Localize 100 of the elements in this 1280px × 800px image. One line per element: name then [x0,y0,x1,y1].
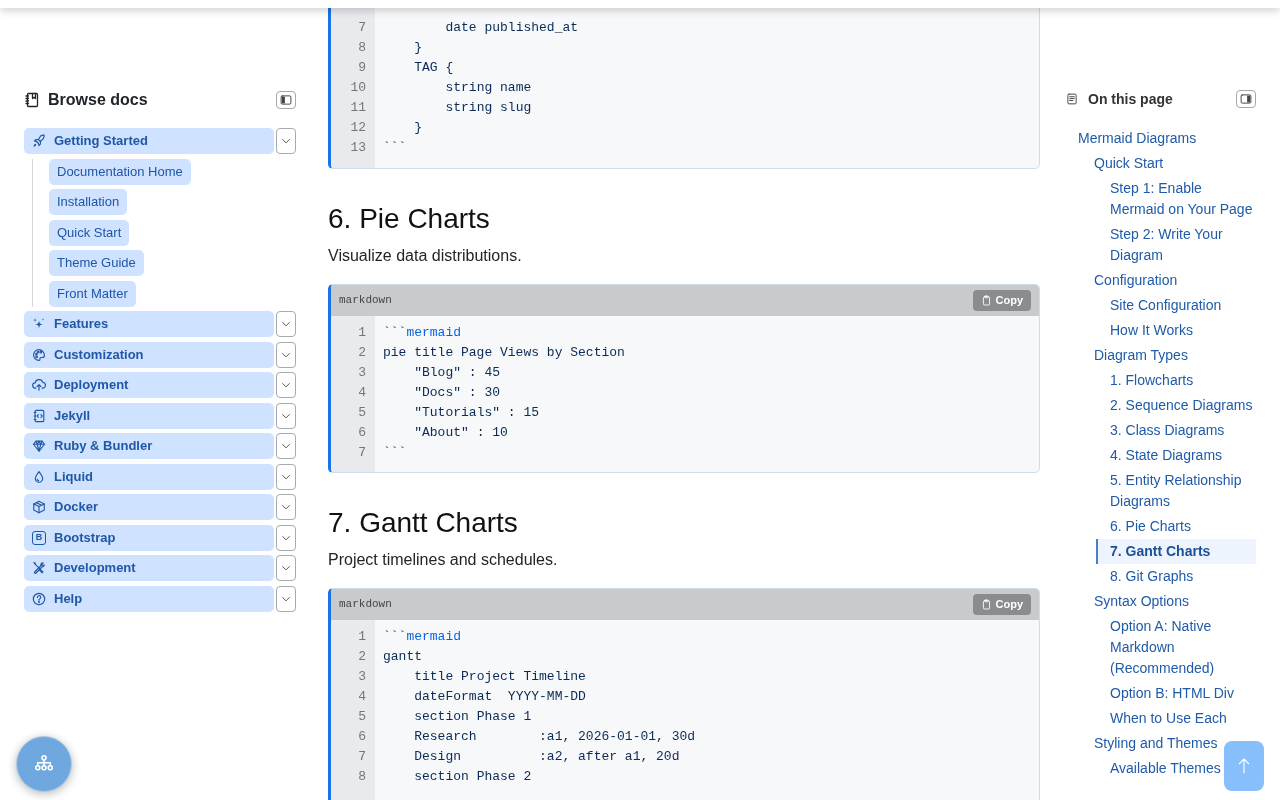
code-line: } [414,40,423,55]
tools-icon [32,561,46,575]
section-heading: 7. Gantt Charts [328,506,519,540]
document-icon [1066,92,1078,106]
nav-item[interactable]: Help [24,585,274,612]
gem-icon [32,439,46,453]
expand-button[interactable] [276,311,296,337]
toc-link[interactable]: 3. Class Diagrams [1096,418,1225,443]
language-label: markdown [339,292,392,308]
expand-button[interactable] [276,402,296,429]
nav-item[interactable]: Customization [24,341,274,368]
line-number: 9 [358,59,366,77]
expand-button[interactable] [276,128,296,154]
line-number: 5 [358,708,366,726]
rocket-icon [32,134,46,148]
expand-button[interactable] [276,585,296,612]
code-line: ```mermaid [383,629,461,644]
sitemap-icon [34,754,54,774]
nav-item[interactable]: Docker [24,494,274,520]
toc-link[interactable]: Configuration [1080,268,1178,293]
toc-link[interactable]: Step 2: Write Your Diagram [1096,222,1256,268]
code-line: Research :a1, 2026-01-01, 30d [414,729,696,744]
line-number: 10 [350,79,366,97]
box-icon [32,500,46,514]
nav-subitem[interactable]: Installation [49,189,128,215]
nav-item[interactable]: B Bootstrap [24,524,274,551]
nav-item[interactable]: Getting Started [24,128,274,154]
line-number: 1 [358,628,366,646]
toc-link[interactable]: Styling and Themes [1080,731,1218,756]
clipboard-icon [980,598,992,610]
line-number: 7 [358,19,366,37]
code-line: date published_at [445,20,579,35]
arrow-up-icon [1237,757,1251,775]
toc-link[interactable]: Option A: Native Markdown (Recommended) [1096,614,1256,681]
clipboard-icon [980,294,992,306]
toc-link[interactable]: Quick Start [1080,151,1164,176]
line-number: 7 [358,748,366,766]
toc-link[interactable]: Diagram Types [1080,343,1188,368]
expand-button[interactable] [276,494,296,520]
toc-link[interactable]: Available Themes [1096,756,1221,781]
toc-link[interactable]: How It Works [1096,318,1193,343]
line-number: 7 [358,444,366,462]
nav-subitem[interactable]: Theme Guide [49,250,144,276]
toc-link[interactable]: Step 1: Enable Mermaid on Your Page [1096,176,1256,222]
toc-link[interactable]: 5. Entity Relationship Diagrams [1096,468,1256,514]
code-line: dateFormat YYYY-MM-DD [414,689,586,704]
nav-subitem[interactable]: Quick Start [49,219,130,246]
code-line: "Tutorials" : 15 [414,405,540,420]
expand-button[interactable] [276,463,296,490]
toc-link[interactable]: 4. State Diagrams [1096,443,1223,468]
line-number: 5 [358,404,366,422]
code-line: Design :a2, after a1, 20d [414,749,680,764]
line-number: 11 [350,99,366,117]
help-icon [32,591,46,606]
nav-item[interactable]: Features [24,311,274,337]
toc-link[interactable]: 8. Git Graphs [1096,564,1194,589]
paragraph: Visualize data distributions. [328,246,523,266]
nav-item[interactable]: Jekyll [24,402,274,429]
expand-button[interactable] [276,372,296,398]
palette-icon [32,347,46,362]
line-number: 8 [358,39,366,57]
nav-item[interactable]: Ruby & Bundler [24,433,274,459]
nav-subitem[interactable]: Front Matter [49,280,136,307]
toc-link[interactable]: 1. Flowcharts [1096,368,1194,393]
scroll-to-top-button[interactable] [1224,741,1264,791]
panel-left-icon [280,94,292,106]
language-label: markdown [339,596,392,612]
diagram-button[interactable] [16,736,72,792]
code-line: section Phase 1 [414,709,532,724]
nav-subitem[interactable]: Documentation Home [49,158,191,185]
toc-link[interactable]: Mermaid Diagrams [1064,126,1197,151]
toc-link[interactable]: Syntax Options [1080,589,1189,614]
sidebar-toggle-button[interactable] [276,91,296,109]
toc-link[interactable]: Option B: HTML Div [1096,681,1234,706]
expand-button[interactable] [276,433,296,459]
code-line: "About" : 10 [414,425,508,440]
toc-link[interactable]: Site Configuration [1096,293,1222,318]
code-line: ``` [383,140,407,155]
paragraph: Project timelines and schedules. [328,550,559,570]
expand-button[interactable] [276,524,296,551]
code-line: string slug [445,100,532,115]
line-number: 12 [350,119,366,137]
toc-link[interactable]: When to Use Each [1096,706,1227,731]
code-line: "Docs" : 30 [414,385,501,400]
code-line: gantt [383,649,422,664]
code-file-icon [32,408,46,423]
cloud-upload-icon [32,378,46,392]
nav-item[interactable]: Deployment [24,372,274,398]
toc-link[interactable]: 6. Pie Charts [1096,514,1191,539]
droplet-icon [32,469,46,484]
toc-link[interactable]: 2. Sequence Diagrams [1096,393,1253,418]
nav-item[interactable]: Liquid [24,463,274,490]
line-number: 3 [358,364,366,382]
line-number: 13 [350,139,366,157]
panel-right-icon [1240,93,1252,105]
toc-toggle-button[interactable] [1236,90,1256,108]
toc-link[interactable]: 7. Gantt Charts [1096,539,1256,564]
expand-button[interactable] [276,555,296,581]
expand-button[interactable] [276,341,296,368]
nav-item[interactable]: Development [24,555,274,581]
